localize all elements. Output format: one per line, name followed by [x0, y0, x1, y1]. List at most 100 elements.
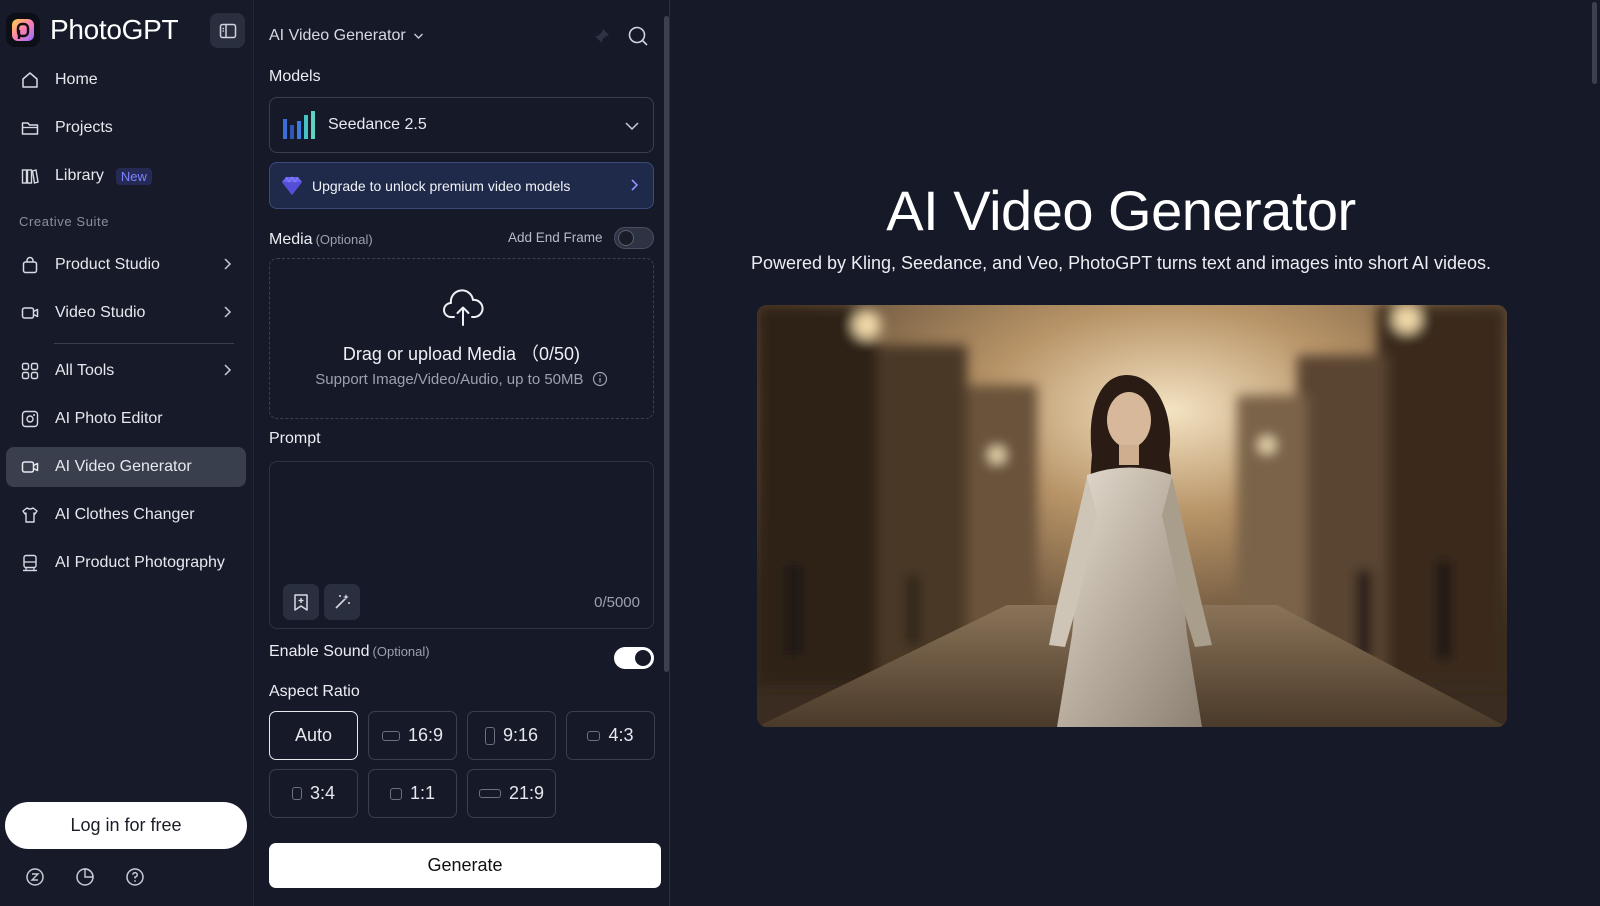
ratio-auto[interactable]: Auto	[269, 711, 358, 760]
models-label: Models	[269, 68, 321, 85]
home-icon	[19, 69, 41, 91]
sidebar-item-label: Library	[55, 167, 104, 184]
info-icon	[592, 371, 607, 387]
bookmark-add-icon	[294, 594, 308, 611]
ratio-1-1[interactable]: 1:1	[368, 769, 457, 818]
sidebar-item-home[interactable]: Home	[6, 60, 246, 100]
ratio-21-9[interactable]: 21:9	[467, 769, 556, 818]
tool-switcher[interactable]: AI Video Generator	[269, 27, 424, 45]
seedance-logo-icon	[283, 111, 315, 139]
toggle-knob	[635, 650, 651, 666]
generate-button[interactable]: Generate	[269, 843, 661, 888]
page-title: AI Video Generator	[886, 179, 1356, 242]
panel-title: AI Video Generator	[269, 27, 406, 44]
optional-hint: (Optional)	[315, 232, 373, 247]
upload-title: Drag or upload Media （0/50)	[342, 344, 581, 364]
generator-panel: AI Video Generator Models Seedance 2.5 U…	[255, 0, 670, 906]
main-content: AI Video Generator Powered by Kling, See…	[671, 0, 1600, 906]
help-icon[interactable]	[124, 866, 146, 888]
history-icon[interactable]	[74, 866, 96, 888]
sidebar-item-label: Video Studio	[55, 304, 146, 321]
discord-icon[interactable]	[24, 866, 46, 888]
prompt-input[interactable]	[270, 462, 653, 572]
add-end-frame-label: Add End Frame	[508, 230, 603, 245]
library-icon	[19, 165, 41, 187]
chevron-right-icon	[629, 178, 639, 195]
saved-prompts-button[interactable]	[283, 584, 319, 620]
media-label-text: Media	[269, 231, 313, 248]
enable-sound-toggle[interactable]	[614, 647, 654, 669]
prompt-char-count: 0/5000	[594, 594, 640, 611]
section-label-creative-suite: Creative Suite	[19, 214, 110, 229]
sidebar-item-ai-video-generator[interactable]: AI Video Generator	[6, 447, 246, 487]
enhance-prompt-button[interactable]	[324, 584, 360, 620]
brand[interactable]: PhotoGPT	[6, 12, 179, 48]
sound-label: Enable Sound (Optional)	[269, 643, 430, 661]
sidebar-item-product-studio[interactable]: Product Studio	[6, 245, 246, 285]
ratio-label: 9:16	[502, 725, 539, 745]
login-button[interactable]: Log in for free	[5, 802, 247, 849]
model-name: Seedance 2.5	[328, 116, 427, 133]
grid-icon	[19, 360, 41, 382]
sidebar-item-ai-clothes-changer[interactable]: AI Clothes Changer	[6, 495, 246, 535]
video-camera-icon	[19, 302, 41, 324]
sidebar-item-label: Home	[55, 71, 98, 88]
panel-scrollbar[interactable]	[664, 16, 669, 672]
sidebar-toggle-icon	[219, 23, 236, 38]
collapse-sidebar-button[interactable]	[210, 13, 245, 48]
diamond-icon	[282, 175, 302, 195]
sidebar-item-all-tools[interactable]: All Tools	[6, 351, 246, 391]
upload-subtitle: Support Image/Video/Audio, up to 50MB	[270, 371, 653, 388]
chevron-down-icon	[413, 33, 423, 39]
toggle-knob	[618, 230, 634, 246]
sidebar-item-ai-product-photography[interactable]: AI Product Photography	[6, 543, 246, 583]
add-end-frame-toggle[interactable]	[614, 227, 654, 249]
upload-subtitle-text: Support Image/Video/Audio, up to 50MB	[315, 371, 584, 388]
upgrade-text: Upgrade to unlock premium video models	[312, 177, 571, 194]
search-icon[interactable]	[627, 25, 649, 52]
product-photo-icon	[19, 552, 41, 574]
sidebar-item-ai-photo-editor[interactable]: AI Photo Editor	[6, 399, 246, 439]
sidebar-item-library[interactable]: Library New	[6, 156, 246, 196]
ratio-label: 4:3	[608, 725, 634, 745]
ratio-label: 1:1	[409, 783, 436, 803]
page-subtitle: Powered by Kling, Seedance, and Veo, Pho…	[750, 253, 1492, 273]
ratio-9-16[interactable]: 9:16	[467, 711, 556, 760]
ratio-label: 16:9	[407, 725, 444, 745]
model-select[interactable]: Seedance 2.5	[269, 97, 654, 153]
portrait-ratio-icon	[484, 726, 495, 745]
landscape-ratio-icon	[587, 730, 601, 741]
main-scrollbar[interactable]	[1592, 2, 1597, 84]
street-scene-illustration	[757, 305, 1507, 727]
sidebar-item-label: AI Video Generator	[55, 458, 192, 475]
ratio-4-3[interactable]: 4:3	[566, 711, 655, 760]
sidebar-item-label: AI Photo Editor	[55, 410, 163, 427]
square-ratio-icon	[389, 787, 402, 800]
shopping-bag-icon	[19, 254, 41, 276]
sidebar: PhotoGPT Home Projects Library New Creat…	[0, 0, 254, 906]
ratio-16-9[interactable]: 16:9	[368, 711, 457, 760]
folder-icon	[19, 117, 41, 139]
sidebar-item-video-studio[interactable]: Video Studio	[6, 293, 246, 333]
magic-wand-icon	[335, 594, 350, 609]
cloud-upload-icon	[442, 289, 484, 332]
ultrawide-ratio-icon	[478, 789, 501, 798]
sidebar-item-label: AI Product Photography	[55, 554, 225, 571]
ratio-3-4[interactable]: 3:4	[269, 769, 358, 818]
sidebar-item-label: AI Clothes Changer	[55, 506, 195, 523]
sample-video-preview[interactable]	[757, 305, 1507, 727]
photogpt-logo-icon	[6, 13, 40, 47]
brand-name: PhotoGPT	[50, 14, 179, 45]
photo-editor-icon	[19, 408, 41, 430]
media-upload-dropzone[interactable]: Drag or upload Media （0/50) Support Imag…	[269, 258, 654, 419]
upgrade-banner[interactable]: Upgrade to unlock premium video models	[269, 162, 654, 209]
pin-icon[interactable]	[593, 27, 611, 50]
clothes-icon	[19, 504, 41, 526]
portrait-ratio-icon	[291, 787, 302, 800]
sidebar-item-label: All Tools	[55, 362, 115, 379]
sidebar-item-projects[interactable]: Projects	[6, 108, 246, 148]
sound-label-text: Enable Sound	[269, 643, 370, 660]
prompt-label: Prompt	[269, 430, 321, 447]
chevron-right-icon	[222, 257, 232, 276]
sidebar-item-label: Product Studio	[55, 256, 160, 273]
